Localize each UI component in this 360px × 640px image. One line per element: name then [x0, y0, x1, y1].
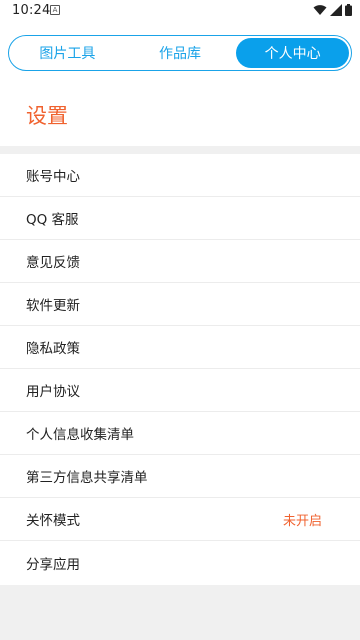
settings-item-label: 用户协议 — [26, 384, 80, 400]
settings-header: 设置 — [0, 88, 360, 146]
settings-item-label: 关怀模式 — [26, 513, 80, 529]
status-bar: 10:24 A — [0, 0, 360, 22]
settings-item-label: 意见反馈 — [26, 255, 80, 271]
tab-personal-center[interactable]: 个人中心 — [236, 38, 350, 68]
settings-item-care-mode[interactable]: 关怀模式 未开启 — [0, 498, 360, 541]
settings-item-user-agreement[interactable]: 用户协议 — [0, 369, 360, 412]
status-time: 10:24 — [12, 3, 51, 18]
settings-item-label: 第三方信息共享清单 — [26, 470, 148, 486]
settings-list: 账号中心 QQ 客服 意见反馈 软件更新 隐私政策 用户协议 个人信息收集清单 … — [0, 154, 360, 585]
settings-item-qq-support[interactable]: QQ 客服 — [0, 197, 360, 240]
care-mode-status: 未开启 — [282, 513, 322, 529]
settings-item-label: 分享应用 — [26, 557, 80, 573]
status-icons — [313, 4, 352, 16]
wifi-icon — [313, 5, 327, 15]
notification-icon: A — [50, 5, 60, 15]
settings-item-label: QQ 客服 — [26, 212, 79, 228]
settings-item-label: 账号中心 — [26, 169, 80, 185]
page-title: 设置 — [26, 104, 68, 128]
settings-item-label: 隐私政策 — [26, 341, 80, 357]
settings-item-third-party-sharing[interactable]: 第三方信息共享清单 — [0, 455, 360, 498]
tab-works-library[interactable]: 作品库 — [124, 38, 237, 68]
tab-image-tools[interactable]: 图片工具 — [11, 38, 124, 68]
segmented-tabs: 图片工具 作品库 个人中心 — [8, 35, 352, 71]
settings-item-feedback[interactable]: 意见反馈 — [0, 240, 360, 283]
settings-item-account-center[interactable]: 账号中心 — [0, 154, 360, 197]
signal-icon — [330, 4, 342, 16]
settings-item-share-app[interactable]: 分享应用 — [0, 541, 360, 585]
settings-item-label: 个人信息收集清单 — [26, 427, 134, 443]
settings-item-personal-info-list[interactable]: 个人信息收集清单 — [0, 412, 360, 455]
settings-item-software-update[interactable]: 软件更新 — [0, 283, 360, 326]
settings-item-label: 软件更新 — [26, 298, 80, 314]
tab-bar-container: 图片工具 作品库 个人中心 — [0, 22, 360, 88]
battery-icon — [345, 4, 352, 16]
settings-item-privacy-policy[interactable]: 隐私政策 — [0, 326, 360, 369]
